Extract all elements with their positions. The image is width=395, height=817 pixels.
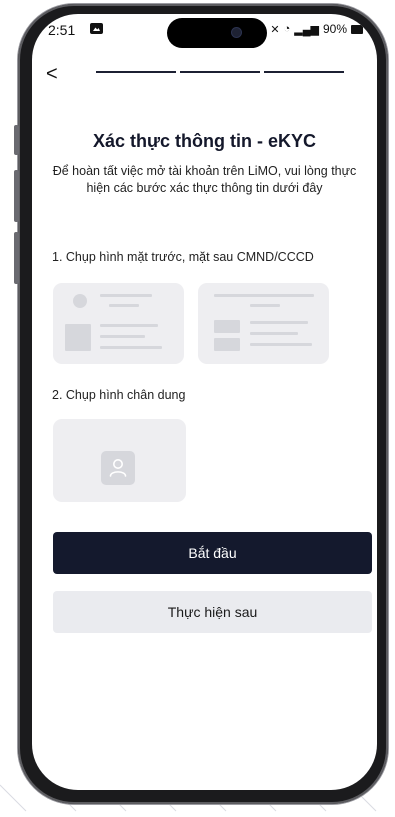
fingerprint-placeholder-icon bbox=[214, 338, 240, 351]
progress-step bbox=[96, 71, 176, 73]
gallery-icon bbox=[90, 23, 103, 34]
step-label-id-card: 1. Chụp hình mặt trước, mặt sau CMND/CCC… bbox=[52, 250, 314, 264]
text-line-placeholder bbox=[214, 294, 314, 297]
do-later-button[interactable]: Thực hiện sau bbox=[53, 591, 372, 633]
text-line-placeholder bbox=[100, 324, 158, 327]
text-line-placeholder bbox=[250, 321, 308, 324]
photo-placeholder-icon bbox=[65, 324, 91, 351]
text-line-placeholder bbox=[250, 304, 280, 307]
avatar-placeholder-icon bbox=[73, 294, 87, 308]
id-card-front-placeholder[interactable] bbox=[53, 283, 184, 364]
back-button[interactable]: < bbox=[46, 62, 66, 86]
text-line-placeholder bbox=[100, 294, 152, 297]
step-label-portrait: 2. Chụp hình chân dung bbox=[52, 388, 186, 402]
camera-island bbox=[167, 18, 267, 48]
battery-percent: 90% bbox=[322, 22, 347, 36]
portrait-placeholder[interactable] bbox=[53, 419, 186, 502]
side-button bbox=[14, 125, 19, 155]
text-line-placeholder bbox=[109, 304, 139, 307]
text-line-placeholder bbox=[100, 335, 145, 338]
text-line-placeholder bbox=[100, 346, 162, 349]
progress-step bbox=[264, 71, 344, 73]
page-title: Xác thực thông tin - eKYC bbox=[92, 131, 317, 151]
signal-icon: ▂▄▆ bbox=[294, 23, 319, 36]
side-button bbox=[14, 170, 19, 222]
status-time: 2:51 bbox=[48, 22, 76, 38]
user-portrait-icon bbox=[101, 451, 135, 485]
side-button bbox=[14, 232, 19, 284]
text-line-placeholder bbox=[250, 343, 312, 346]
text-line-placeholder bbox=[250, 332, 298, 335]
progress-step bbox=[180, 71, 260, 73]
status-indicators: ✕ ◔ ▂▄▆ 90% bbox=[270, 22, 363, 36]
wifi-icon: ◔ bbox=[283, 23, 291, 35]
mute-icon: ✕ bbox=[270, 23, 280, 36]
battery-icon bbox=[351, 24, 363, 34]
id-card-back-placeholder[interactable] bbox=[198, 283, 329, 364]
status-bar: 2:51 ✕ ◔ ▂▄▆ 90% bbox=[32, 14, 377, 50]
page-subtitle: Để hoàn tất việc mở tài khoản trên LiMO,… bbox=[52, 164, 357, 195]
phone-screen: 2:51 ✕ ◔ ▂▄▆ 90% < Xác thực thông tin - … bbox=[32, 14, 377, 790]
fingerprint-placeholder-icon bbox=[214, 320, 240, 333]
start-button[interactable]: Bắt đầu bbox=[53, 532, 372, 574]
progress-indicator bbox=[96, 71, 344, 73]
user-icon bbox=[109, 459, 127, 477]
